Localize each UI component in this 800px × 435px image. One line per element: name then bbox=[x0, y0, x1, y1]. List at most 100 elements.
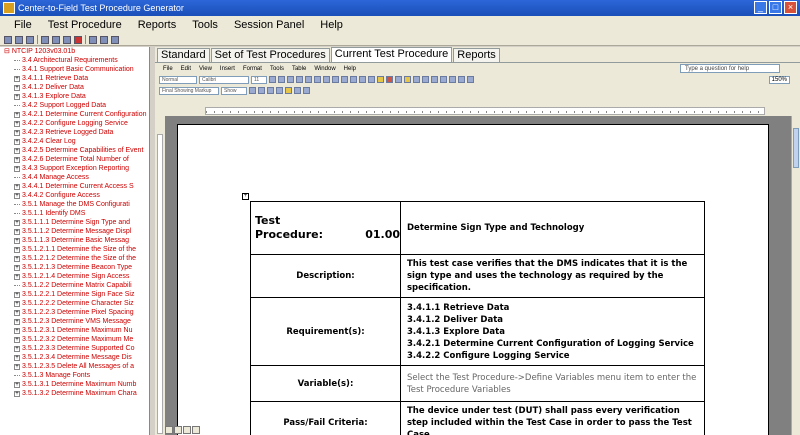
help-question-input[interactable]: Type a question for help bbox=[680, 64, 780, 73]
expand-icon[interactable]: + bbox=[14, 165, 20, 172]
bold-icon[interactable] bbox=[269, 76, 276, 83]
expand-icon[interactable]: + bbox=[14, 291, 20, 298]
scrollbar-thumb[interactable] bbox=[793, 128, 799, 168]
tree-item[interactable]: +3.5.1.2.2.3 Determine Pixel Spacing bbox=[0, 308, 149, 317]
tab-standard[interactable]: Standard bbox=[157, 48, 210, 62]
print-view-button[interactable] bbox=[183, 426, 191, 434]
tree-item[interactable]: 3.5.1.3 Manage Fonts bbox=[0, 371, 149, 380]
web-view-button[interactable] bbox=[174, 426, 182, 434]
expand-icon[interactable]: + bbox=[14, 327, 20, 334]
font-size-select[interactable]: 11 bbox=[251, 75, 267, 84]
reviewing-pane-icon[interactable] bbox=[303, 87, 310, 94]
tree-item[interactable]: +3.5.1.2.3.2 Determine Maximum Me bbox=[0, 335, 149, 344]
expand-icon[interactable]: + bbox=[14, 84, 20, 91]
tree-item[interactable]: 3.4.1 Support Basic Communication bbox=[0, 65, 149, 74]
tree-item[interactable]: +3.5.1.2.3.5 Delete All Messages of a bbox=[0, 362, 149, 371]
report-icon[interactable] bbox=[89, 35, 97, 44]
accept-change-icon[interactable] bbox=[267, 87, 274, 94]
open-icon[interactable] bbox=[15, 35, 23, 44]
menu-help[interactable]: Help bbox=[312, 16, 351, 34]
expand-icon[interactable]: + bbox=[14, 354, 20, 361]
expand-icon[interactable]: + bbox=[14, 336, 20, 343]
expand-icon[interactable]: + bbox=[14, 129, 20, 136]
new-icon[interactable] bbox=[4, 35, 12, 44]
tree-item[interactable]: +3.5.1.1.3 Determine Basic Messag bbox=[0, 236, 149, 245]
tree-item[interactable]: 3.4.4 Manage Access bbox=[0, 173, 149, 182]
tree-item[interactable]: +3.5.1.2.3.1 Determine Maximum Nu bbox=[0, 326, 149, 335]
menu-tools[interactable]: Tools bbox=[184, 16, 226, 34]
markup-display-select[interactable]: Final Showing Markup bbox=[159, 86, 219, 95]
track-changes-icon[interactable] bbox=[294, 87, 301, 94]
vertical-scrollbar[interactable] bbox=[791, 116, 800, 435]
tree-item[interactable]: +3.4.2.6 Determine Total Number of bbox=[0, 155, 149, 164]
save-icon[interactable] bbox=[26, 35, 34, 44]
tree-item[interactable]: +3.5.1.3.1 Determine Maximum Numb bbox=[0, 380, 149, 389]
word-menu-window[interactable]: Window bbox=[310, 66, 339, 72]
maximize-button[interactable]: □ bbox=[769, 1, 782, 14]
tree-item[interactable]: 3.5.1.2.2 Determine Matrix Capabili bbox=[0, 281, 149, 290]
expand-icon[interactable]: + bbox=[14, 246, 20, 253]
expand-icon[interactable]: + bbox=[14, 192, 20, 199]
reject-change-icon[interactable] bbox=[276, 87, 283, 94]
redo-icon[interactable] bbox=[458, 76, 465, 83]
tree-item[interactable]: +3.4.4.1 Determine Current Access S bbox=[0, 182, 149, 191]
close-button[interactable]: × bbox=[784, 1, 797, 14]
expand-icon[interactable]: + bbox=[14, 237, 20, 244]
tree-item[interactable]: +3.5.1.2.1.1 Determine the Size of the bbox=[0, 245, 149, 254]
expand-icon[interactable]: + bbox=[14, 156, 20, 163]
tree-root[interactable]: ⊟ NTCIP 1203v03.01b bbox=[0, 47, 149, 56]
expand-icon[interactable]: + bbox=[14, 120, 20, 127]
outline-view-button[interactable] bbox=[192, 426, 200, 434]
tree-item[interactable]: +3.5.1.3.2 Determine Maximum Chara bbox=[0, 389, 149, 398]
print-icon[interactable] bbox=[41, 35, 49, 44]
copy-icon[interactable] bbox=[52, 35, 60, 44]
word-menu-view[interactable]: View bbox=[195, 66, 216, 72]
tree-item[interactable]: +3.5.1.2.3.3 Determine Supported Co bbox=[0, 344, 149, 353]
expand-icon[interactable]: + bbox=[14, 219, 20, 226]
word-menu-table[interactable]: Table bbox=[288, 66, 310, 72]
expand-icon[interactable]: + bbox=[14, 309, 20, 316]
tree-item[interactable]: +3.4.1.1 Retrieve Data bbox=[0, 74, 149, 83]
paste-icon[interactable] bbox=[63, 35, 71, 44]
comment-icon[interactable] bbox=[285, 87, 292, 94]
expand-icon[interactable]: + bbox=[14, 345, 20, 352]
expand-icon[interactable]: + bbox=[14, 363, 20, 370]
tree-item[interactable]: +3.5.1.2.3.4 Determine Message Dis bbox=[0, 353, 149, 362]
tree-item[interactable]: 3.4.2 Support Logged Data bbox=[0, 101, 149, 110]
tree-item[interactable]: +3.4.2.4 Clear Log bbox=[0, 137, 149, 146]
expand-icon[interactable]: + bbox=[14, 264, 20, 271]
numbering-icon[interactable] bbox=[341, 76, 348, 83]
bullets-icon[interactable] bbox=[350, 76, 357, 83]
expand-icon[interactable]: + bbox=[14, 318, 20, 325]
open-doc-icon[interactable] bbox=[404, 76, 411, 83]
tree-item[interactable]: +3.4.1.3 Explore Data bbox=[0, 92, 149, 101]
word-menu-insert[interactable]: Insert bbox=[216, 66, 239, 72]
expand-icon[interactable]: + bbox=[14, 273, 20, 280]
new-doc-icon[interactable] bbox=[395, 76, 402, 83]
tab-set-of-test-procedures[interactable]: Set of Test Procedures bbox=[210, 48, 330, 62]
menu-file[interactable]: File bbox=[6, 16, 40, 34]
zoom-select[interactable]: 150% bbox=[768, 75, 790, 84]
expand-icon[interactable]: + bbox=[14, 183, 20, 190]
minimize-button[interactable]: _ bbox=[754, 1, 767, 14]
save-doc-icon[interactable] bbox=[413, 76, 420, 83]
tree-item[interactable]: +3.4.2.5 Determine Capabilities of Event bbox=[0, 146, 149, 155]
indent-icon[interactable] bbox=[359, 76, 366, 83]
expand-icon[interactable]: + bbox=[14, 147, 20, 154]
expand-icon[interactable]: + bbox=[14, 381, 20, 388]
spelling-icon[interactable] bbox=[431, 76, 438, 83]
tree-item[interactable]: +3.4.3 Support Exception Reporting bbox=[0, 164, 149, 173]
export-icon[interactable] bbox=[100, 35, 108, 44]
next-change-icon[interactable] bbox=[258, 87, 265, 94]
menu-test-procedure[interactable]: Test Procedure bbox=[40, 16, 130, 34]
line-spacing-icon[interactable] bbox=[332, 76, 339, 83]
highlight-icon[interactable] bbox=[377, 76, 384, 83]
tree-item[interactable]: +3.5.1.2.1.3 Determine Beacon Type bbox=[0, 263, 149, 272]
cut-icon[interactable] bbox=[440, 76, 447, 83]
tree-item[interactable]: 3.5.1 Manage the DMS Configurati bbox=[0, 200, 149, 209]
align-left-icon[interactable] bbox=[296, 76, 303, 83]
expand-icon[interactable]: + bbox=[14, 390, 20, 397]
tree-item[interactable]: +3.4.2.3 Retrieve Logged Data bbox=[0, 128, 149, 137]
undo-icon[interactable] bbox=[449, 76, 456, 83]
tree-item[interactable]: 3.5.1.1 Identify DMS bbox=[0, 209, 149, 218]
